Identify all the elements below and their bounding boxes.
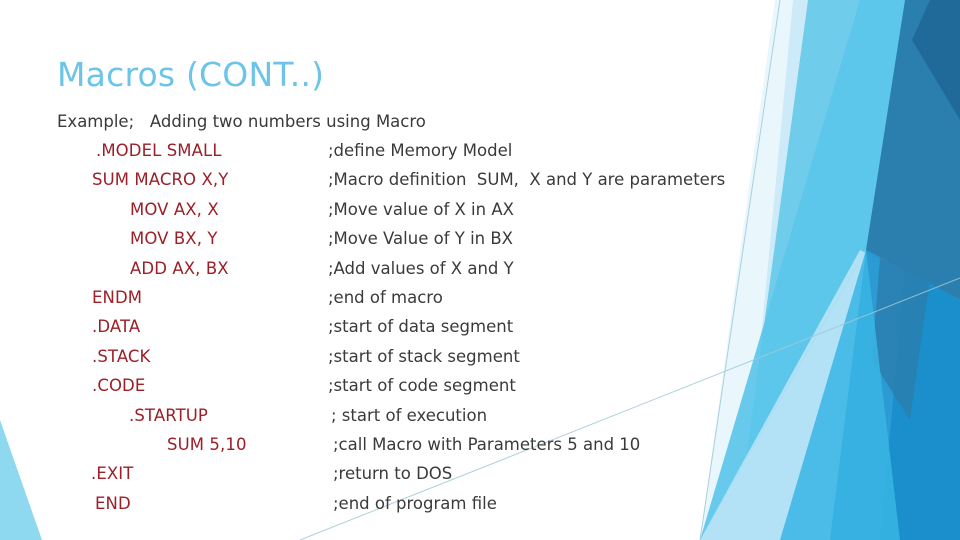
code-instruction: .EXIT (91, 464, 134, 484)
code-comment: ;end of macro (328, 287, 443, 307)
code-row: .MODEL SMALL ;define Memory Model (0, 141, 960, 170)
code-row: MOV AX, X ;Move value of X in AX (0, 200, 960, 229)
slide-canvas: Macros (CONT..) Example; Adding two numb… (0, 0, 960, 540)
code-row: ADD AX, BX ;Add values of X and Y (0, 259, 960, 288)
code-comment: ;start of code segment (328, 376, 516, 396)
code-row: ENDM ;end of macro (0, 288, 960, 317)
code-comment: ;start of data segment (328, 317, 514, 337)
code-row: MOV BX, Y ;Move Value of Y in BX (0, 229, 960, 258)
code-instruction: SUM MACRO X,Y (92, 170, 229, 190)
example-heading: Example; Adding two numbers using Macro (57, 112, 426, 131)
code-instruction: .CODE (92, 376, 146, 396)
code-instruction: .STARTUP (129, 405, 208, 425)
page-title: Macros (CONT..) (57, 55, 325, 94)
code-comment: ;Move Value of Y in BX (328, 229, 513, 249)
code-comment: ;Add values of X and Y (328, 258, 514, 278)
code-comment: ; start of execution (331, 405, 488, 425)
code-row: .STACK ;start of stack segment (0, 347, 960, 376)
code-row: .STARTUP ; start of execution (0, 406, 960, 435)
code-row: SUM 5,10 ;call Macro with Parameters 5 an… (0, 435, 960, 464)
code-instruction: END (95, 493, 131, 513)
code-comment: ;return to DOS (333, 464, 453, 484)
code-instruction: .MODEL SMALL (96, 141, 222, 160)
code-instruction: MOV AX, X (130, 199, 219, 219)
code-row: END ;end of program file (0, 494, 960, 523)
code-comment: ;end of program file (333, 493, 497, 513)
code-row: .DATA ;start of data segment (0, 317, 960, 346)
code-instruction: MOV BX, Y (130, 229, 218, 249)
code-row: .CODE ;start of code segment (0, 376, 960, 405)
code-row: SUM MACRO X,Y ;Macro definition SUM, X an… (0, 170, 960, 199)
code-row: .EXIT ;return to DOS (0, 464, 960, 493)
code-comment: ;Move value of X in AX (328, 199, 514, 219)
code-comment: ;define Memory Model (328, 141, 513, 160)
code-instruction: .DATA (92, 317, 141, 337)
code-comment: ;call Macro with Parameters 5 and 10 (333, 434, 641, 454)
slide-content: Macros (CONT..) Example; Adding two numb… (0, 0, 960, 540)
code-comment: ;Macro definition SUM, X and Y are param… (328, 170, 726, 190)
code-instruction: SUM 5,10 (167, 434, 247, 454)
code-instruction: .STACK (92, 346, 151, 366)
code-comment: ;start of stack segment (328, 346, 520, 366)
code-instruction: ENDM (92, 287, 143, 307)
code-listing: .MODEL SMALL ;define Memory Model SUM MACR… (0, 141, 960, 523)
code-instruction: ADD AX, BX (130, 258, 229, 278)
